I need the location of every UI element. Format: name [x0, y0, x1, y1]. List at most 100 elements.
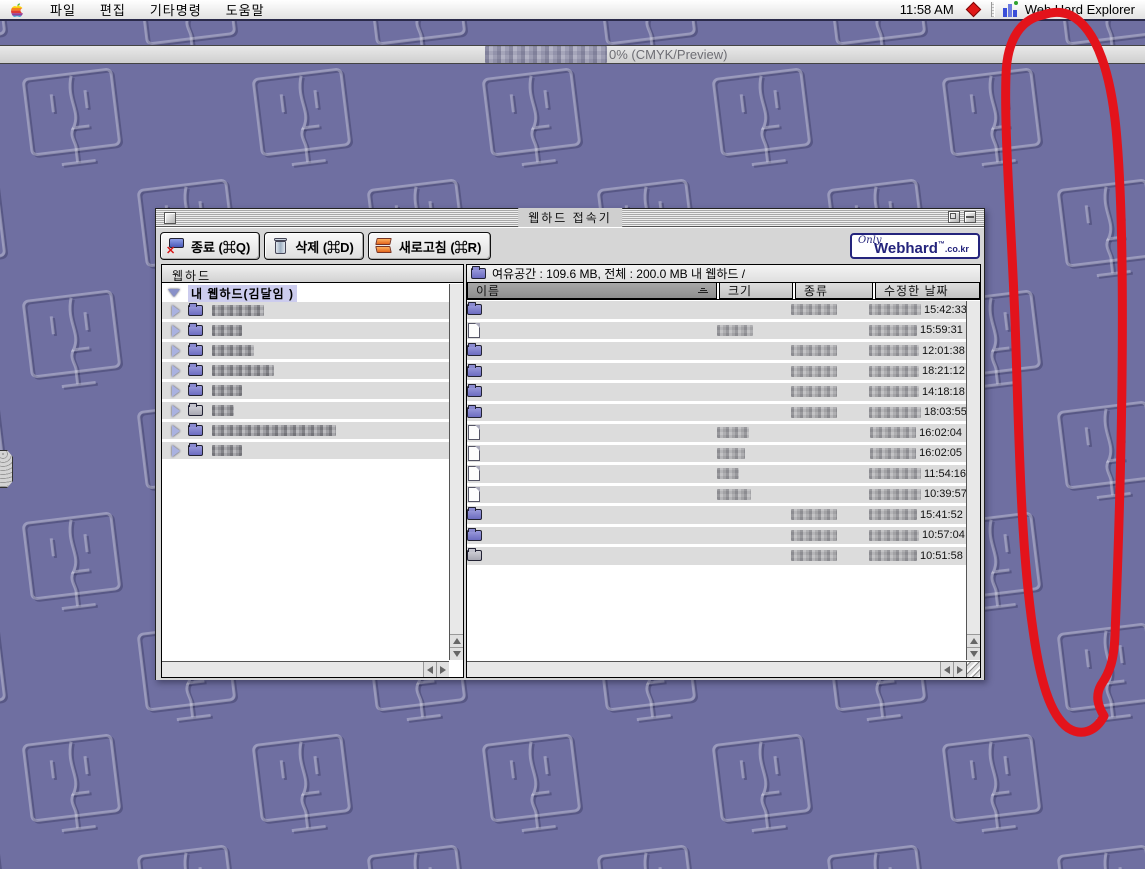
tree-root-item[interactable]: 내 웹하드(김달임 )	[162, 284, 449, 302]
logo-main-text: Webhard™.co.kr	[874, 240, 969, 257]
menubar-clock[interactable]: 11:58 AM	[890, 2, 964, 17]
folder-icon	[467, 530, 482, 541]
column-header-date[interactable]: 수정한 날짜	[875, 283, 980, 299]
document-title-suffix: 0% (CMYK/Preview)	[609, 47, 727, 62]
column-headers: 이름 크기 종류 수정한 날짜	[467, 283, 980, 300]
menu-edit[interactable]: 편집	[88, 0, 138, 19]
scroll-up-icon[interactable]	[450, 634, 463, 647]
tree-item[interactable]	[162, 442, 449, 459]
redacted-folder-name	[212, 325, 242, 336]
redacted-size	[717, 468, 739, 479]
disclosure-closed-icon[interactable]	[172, 405, 180, 417]
menu-other-commands[interactable]: 기타명령	[138, 0, 214, 19]
file-icon	[468, 425, 480, 440]
scroll-right-icon[interactable]	[436, 662, 449, 677]
table-row[interactable]: 18:03:55	[467, 404, 966, 422]
table-row[interactable]: 10:51:58	[467, 547, 966, 565]
column-header-size[interactable]: 크기	[719, 283, 793, 299]
window-grow-handle[interactable]	[966, 661, 980, 677]
tree-item[interactable]	[162, 322, 449, 339]
disclosure-closed-icon[interactable]	[172, 325, 180, 337]
redacted-date	[870, 427, 916, 438]
apple-menu[interactable]	[10, 2, 24, 18]
column-header-type[interactable]: 종류	[795, 283, 873, 299]
folder-icon	[467, 304, 482, 315]
tree-items	[162, 302, 449, 459]
tree-item[interactable]	[162, 342, 449, 359]
disclosure-open-icon[interactable]	[168, 289, 180, 297]
menu-file[interactable]: 파일	[38, 0, 88, 19]
disclosure-closed-icon[interactable]	[172, 425, 180, 437]
tree-item[interactable]	[162, 422, 449, 439]
menubar-divider	[991, 2, 995, 17]
status-diamond-icon	[965, 2, 981, 18]
file-icon	[468, 487, 480, 502]
redacted-folder-name	[212, 305, 264, 316]
background-window-titlebar[interactable]: 0% (CMYK/Preview)	[0, 45, 1145, 64]
redacted-date	[869, 468, 921, 479]
tree-item[interactable]	[162, 382, 449, 399]
scroll-down-icon[interactable]	[967, 647, 980, 660]
window-titlebar[interactable]: 웹하드 접속기	[156, 209, 984, 227]
folder-icon	[467, 386, 482, 397]
table-row[interactable]: 15:42:33	[467, 301, 966, 319]
table-row[interactable]: 18:21:12	[467, 363, 966, 381]
sidebar-vertical-scrollbar[interactable]	[449, 284, 463, 660]
folder-icon	[467, 407, 482, 418]
zoom-box-icon[interactable]	[948, 211, 960, 223]
redacted-type	[791, 386, 837, 397]
scroll-down-icon[interactable]	[450, 647, 463, 660]
trash-icon	[270, 236, 290, 256]
column-header-name[interactable]: 이름	[467, 283, 717, 299]
sidebar-horizontal-scrollbar[interactable]	[162, 661, 449, 677]
collapse-box-icon[interactable]	[964, 211, 976, 223]
list-vertical-scrollbar[interactable]	[966, 301, 980, 660]
table-row[interactable]: 10:57:04	[467, 527, 966, 545]
tree-root-label: 내 웹하드(김달임 )	[188, 285, 297, 302]
table-row[interactable]: 15:59:31	[467, 322, 966, 340]
webhard-window: 웹하드 접속기 ✕ 종료 (⌘Q) 삭제 (⌘D) 새로고침 (⌘R) Only…	[155, 208, 985, 680]
scroll-right-icon[interactable]	[953, 662, 966, 677]
table-row[interactable]: 14:18:18	[467, 383, 966, 401]
modified-time: 10:39:57	[924, 488, 966, 500]
screen-edge-popup-tab[interactable]	[0, 450, 13, 488]
list-horizontal-scrollbar[interactable]	[467, 661, 966, 677]
scroll-left-icon[interactable]	[940, 662, 953, 677]
disclosure-closed-icon[interactable]	[172, 345, 180, 357]
menu-help[interactable]: 도움말	[214, 0, 277, 19]
webhard-app-icon	[1003, 3, 1019, 17]
redacted-folder-name	[212, 345, 254, 356]
folder-icon	[188, 325, 203, 336]
table-row[interactable]: 10:39:57	[467, 486, 966, 504]
file-icon	[468, 446, 480, 461]
disclosure-closed-icon[interactable]	[172, 445, 180, 457]
scroll-up-icon[interactable]	[967, 634, 980, 647]
table-row[interactable]: 12:01:38	[467, 342, 966, 360]
menu-bar: 파일 편집 기타명령 도움말 11:58 AM Web Hard Explore…	[0, 0, 1145, 21]
modified-time: 12:01:38	[922, 345, 965, 357]
redacted-date	[869, 325, 917, 336]
delete-button[interactable]: 삭제 (⌘D)	[264, 232, 364, 260]
sort-order-icon[interactable]	[698, 288, 708, 293]
table-row[interactable]: 16:02:04	[467, 424, 966, 442]
tree-item[interactable]	[162, 302, 449, 319]
disclosure-closed-icon[interactable]	[172, 365, 180, 377]
table-row[interactable]: 11:54:16	[467, 465, 966, 483]
tree-item[interactable]	[162, 402, 449, 419]
modified-time: 16:02:05	[919, 447, 962, 459]
webhard-logo[interactable]: Only Webhard™.co.kr	[850, 233, 980, 259]
scroll-left-icon[interactable]	[423, 662, 436, 677]
table-row[interactable]: 15:41:52	[467, 506, 966, 524]
quit-button[interactable]: ✕ 종료 (⌘Q)	[160, 232, 260, 260]
disclosure-closed-icon[interactable]	[172, 385, 180, 397]
redacted-folder-name	[212, 425, 336, 436]
close-box-icon[interactable]	[164, 212, 176, 224]
application-switcher[interactable]: Web Hard Explorer	[1003, 2, 1145, 17]
tree-item[interactable]	[162, 362, 449, 379]
disclosure-closed-icon[interactable]	[172, 305, 180, 317]
free-space-bar: 여유공간 : 109.6 MB, 전체 : 200.0 MB 내 웹하드 /	[467, 265, 980, 283]
apple-logo-icon	[10, 2, 24, 18]
folder-icon	[188, 445, 203, 456]
refresh-button[interactable]: 새로고침 (⌘R)	[368, 232, 492, 260]
table-row[interactable]: 16:02:05	[467, 445, 966, 463]
